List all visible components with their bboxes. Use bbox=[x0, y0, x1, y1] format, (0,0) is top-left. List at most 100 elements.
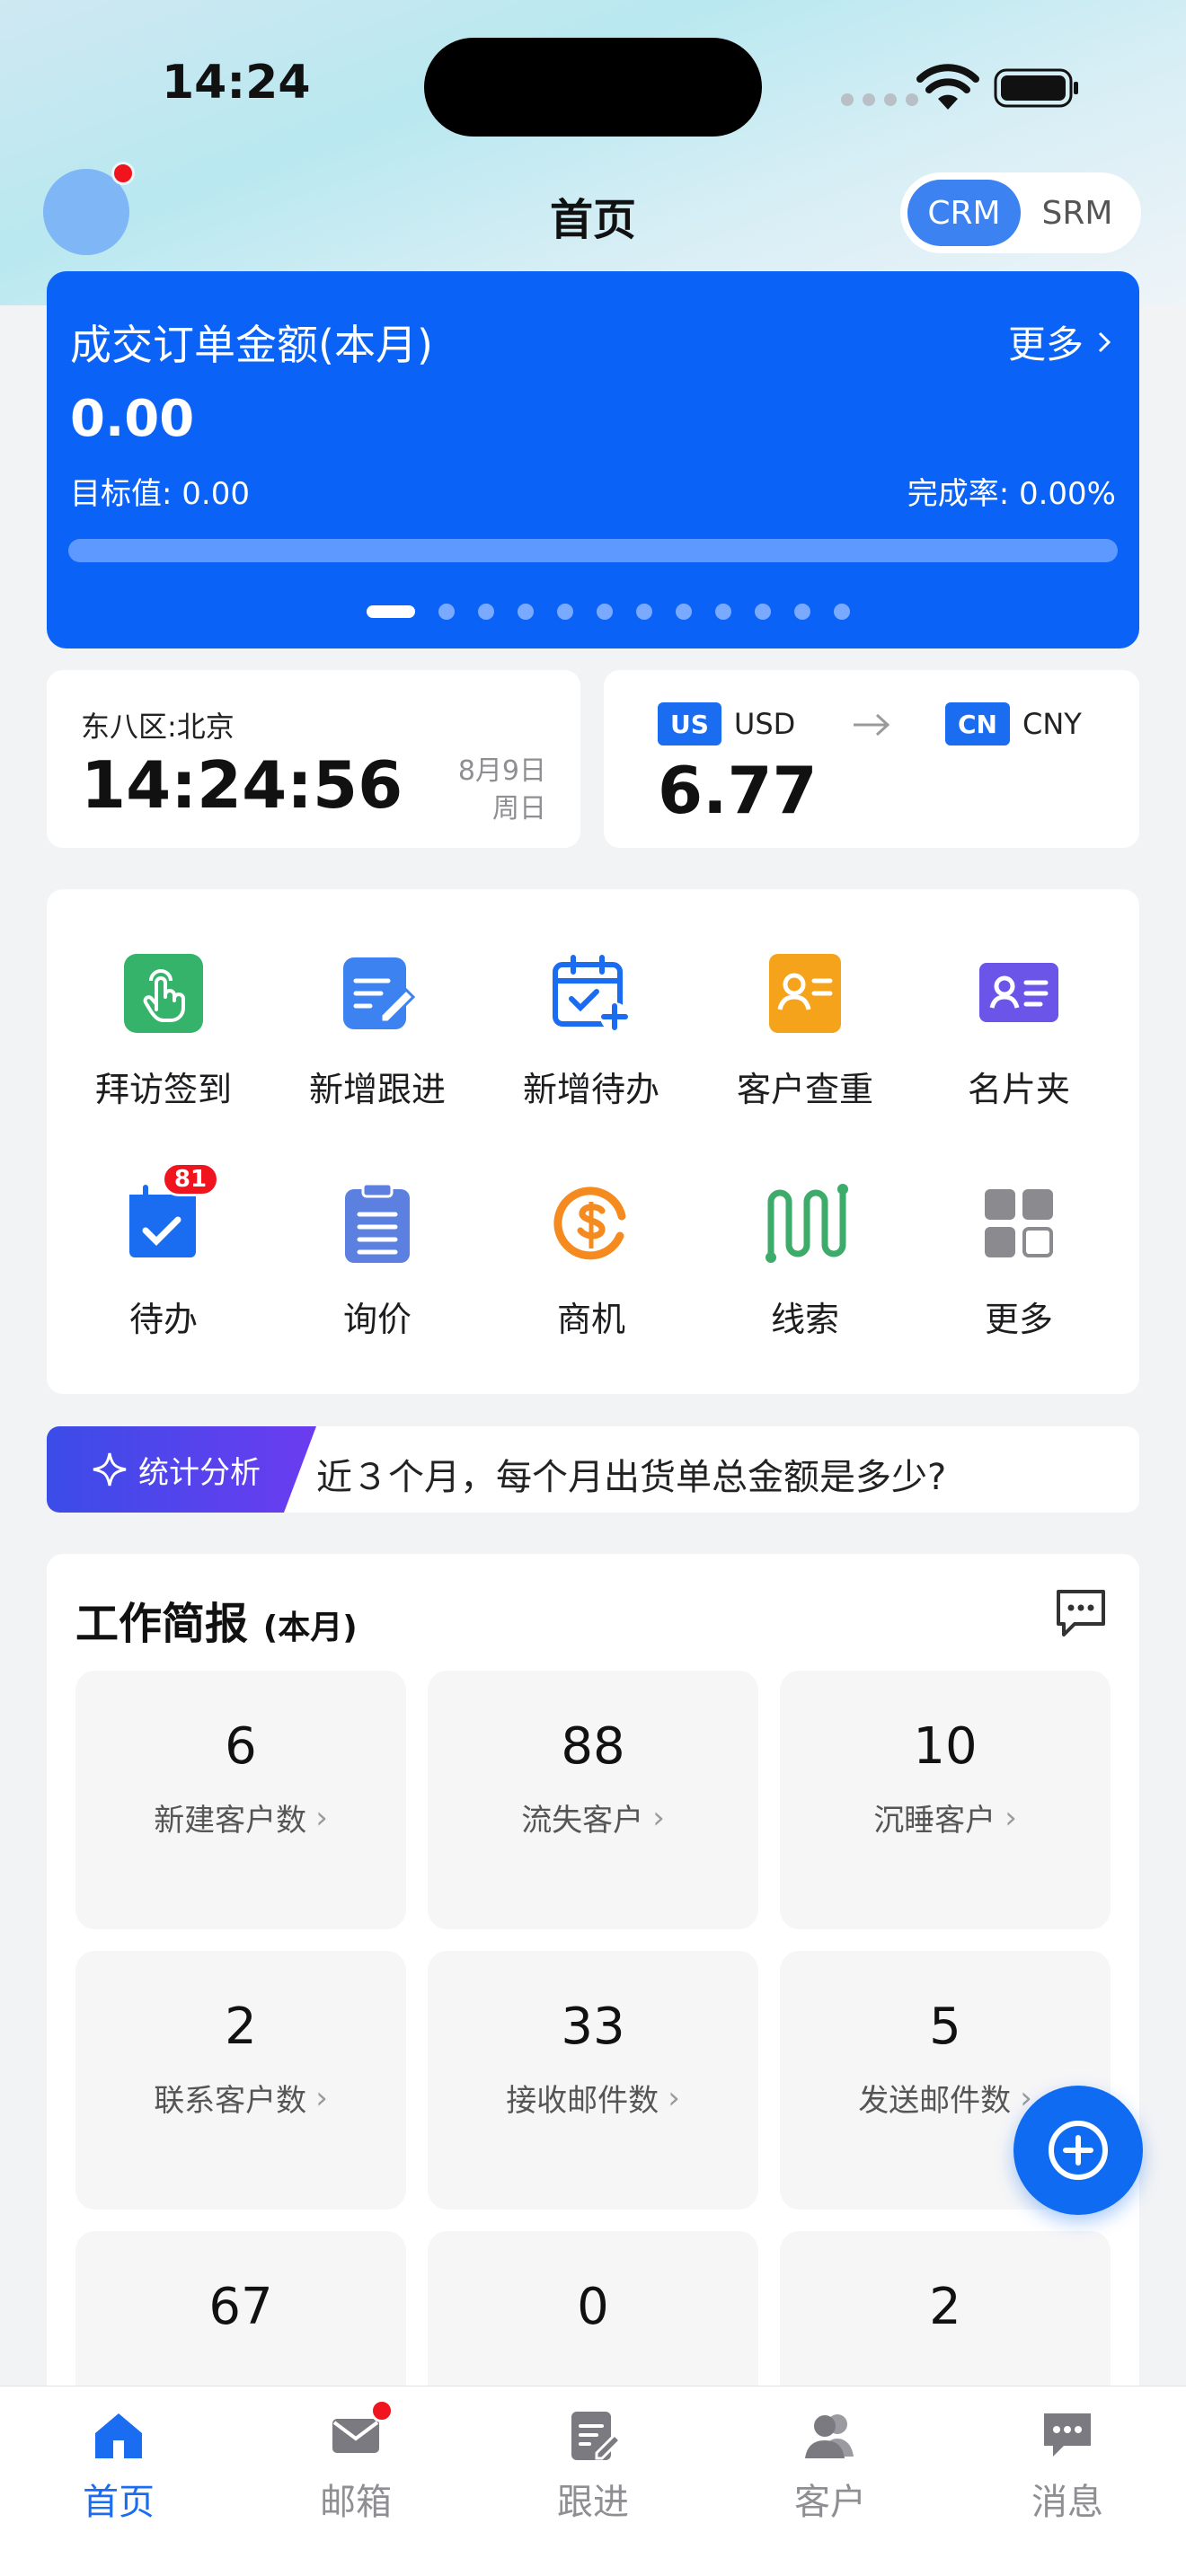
tab-mailbox[interactable]: 邮箱 bbox=[284, 2399, 428, 2525]
date-label: 8月9日 bbox=[457, 755, 546, 787]
carousel-dot[interactable] bbox=[438, 604, 455, 620]
stat-value: 2 bbox=[225, 1998, 257, 2056]
carousel-dot[interactable] bbox=[755, 604, 771, 620]
app-label: 商机 bbox=[556, 1300, 625, 1339]
followup-icon bbox=[564, 2406, 623, 2464]
stat-value: 6 bbox=[225, 1717, 257, 1776]
tab-followup[interactable]: 跟进 bbox=[521, 2406, 665, 2525]
tab-messages[interactable]: 消息 bbox=[996, 2406, 1139, 2525]
world-clock-card[interactable]: 东八区:北京 14:24:56 8月9日 周日 bbox=[47, 670, 580, 848]
battery-icon bbox=[994, 68, 1078, 108]
exchange-rate-card[interactable]: US USD CN CNY 6.77 bbox=[604, 670, 1139, 848]
stat-received-emails[interactable]: 33 接收邮件数 › bbox=[428, 1951, 758, 2210]
app-label: 名片夹 bbox=[967, 1070, 1070, 1109]
deal-amount-banner[interactable]: 成交订单金额(本月) 更多 0.00 目标值: 0.00 完成率: 0.00% bbox=[47, 271, 1139, 648]
opportunity-icon bbox=[548, 1180, 634, 1266]
app-label: 新增待办 bbox=[522, 1070, 659, 1109]
page-title: 首页 bbox=[549, 195, 636, 245]
sparkle-icon bbox=[93, 1452, 127, 1486]
stat-value: 0 bbox=[577, 2278, 609, 2336]
analysis-tag[interactable]: 统计分析 bbox=[47, 1426, 316, 1513]
mail-icon bbox=[327, 2399, 394, 2464]
carousel-dot[interactable] bbox=[557, 604, 573, 620]
analysis-tag-label: 统计分析 bbox=[138, 1454, 261, 1491]
chevron-right-icon bbox=[1098, 331, 1111, 352]
contact-card-icon bbox=[762, 950, 848, 1037]
app-label: 客户查重 bbox=[736, 1070, 873, 1109]
tab-label: 跟进 bbox=[557, 2482, 629, 2523]
from-currency: US USD bbox=[658, 702, 795, 745]
stat-value: 2 bbox=[929, 2278, 961, 2336]
stat-label: 流失客户 › bbox=[521, 1795, 665, 1839]
tab-home[interactable]: 首页 bbox=[47, 2406, 190, 2525]
chat-bubble-icon[interactable] bbox=[1053, 1586, 1109, 1640]
app-todo[interactable]: 81 待办 bbox=[65, 1144, 262, 1342]
carousel-dot[interactable] bbox=[597, 604, 613, 620]
app-customer-dedup[interactable]: 客户查重 bbox=[706, 914, 904, 1112]
dynamic-island bbox=[424, 38, 762, 137]
tab-customers[interactable]: 客户 bbox=[758, 2406, 902, 2525]
carousel-dot[interactable] bbox=[636, 604, 652, 620]
app-opportunity[interactable]: 商机 bbox=[492, 1144, 690, 1342]
wifi-icon bbox=[916, 64, 979, 110]
clock-time: 14:24:56 bbox=[81, 747, 403, 823]
carousel-dot[interactable] bbox=[794, 604, 810, 620]
stat-new-customers[interactable]: 6 新建客户数 › bbox=[75, 1671, 406, 1929]
calendar-check-icon: 81 bbox=[120, 1162, 219, 1266]
customers-icon bbox=[801, 2406, 859, 2464]
app-more[interactable]: 更多 bbox=[920, 1144, 1118, 1342]
tab-label: 首页 bbox=[83, 2482, 155, 2523]
app-card-holder[interactable]: 名片夹 bbox=[920, 914, 1118, 1112]
tab-label: 消息 bbox=[1031, 2482, 1103, 2523]
status-time: 14:24 bbox=[162, 56, 311, 110]
carousel-indicator bbox=[367, 604, 850, 620]
carousel-dot[interactable] bbox=[834, 604, 850, 620]
stat-contacted-customers[interactable]: 2 联系客户数 › bbox=[75, 1951, 406, 2210]
carousel-dot[interactable] bbox=[715, 604, 731, 620]
carousel-dot[interactable] bbox=[518, 604, 534, 620]
completion-rate: 完成率: 0.00% bbox=[907, 476, 1116, 512]
mode-switch: CRM SRM bbox=[900, 172, 1141, 253]
deal-amount-value: 0.00 bbox=[70, 390, 195, 448]
chevron-right-icon: › bbox=[668, 2079, 680, 2116]
report-title-text: 工作简报 bbox=[75, 1599, 249, 1649]
srm-segment-button[interactable]: SRM bbox=[1021, 180, 1134, 246]
app-leads[interactable]: 线索 bbox=[706, 1144, 904, 1342]
stat-label: 新建客户数 › bbox=[154, 1795, 328, 1839]
stat-label-text: 沉睡客户 bbox=[873, 1803, 996, 1839]
plus-circle-icon bbox=[1049, 2121, 1108, 2180]
stat-lost-customers[interactable]: 88 流失客户 › bbox=[428, 1671, 758, 1929]
weekday-label: 周日 bbox=[492, 793, 546, 825]
report-title: 工作简报 (本月) bbox=[75, 1588, 358, 1651]
mail-notification-dot bbox=[370, 2399, 394, 2422]
to-currency-code: CNY bbox=[1022, 707, 1082, 741]
ai-analysis-bar[interactable]: 统计分析 近３个月，每个月出货单总金额是多少? bbox=[47, 1426, 1139, 1513]
todo-count-badge: 81 bbox=[162, 1162, 219, 1196]
app-inquiry[interactable]: 询价 bbox=[279, 1144, 476, 1342]
tab-label: 邮箱 bbox=[320, 2482, 392, 2523]
carousel-dot[interactable] bbox=[478, 604, 494, 620]
notification-dot bbox=[111, 162, 135, 185]
target-value: 目标值: 0.00 bbox=[70, 476, 250, 512]
banner-more-link[interactable]: 更多 bbox=[1008, 314, 1112, 369]
stat-value: 33 bbox=[561, 1998, 625, 2056]
hand-tap-icon bbox=[120, 950, 207, 1037]
stat-label-text: 发送邮件数 bbox=[858, 2083, 1012, 2119]
carousel-dot[interactable] bbox=[676, 604, 692, 620]
chevron-right-icon: › bbox=[1005, 1799, 1017, 1836]
add-fab-button[interactable] bbox=[1013, 2086, 1143, 2215]
crm-segment-button[interactable]: CRM bbox=[907, 180, 1021, 246]
tab-label: 客户 bbox=[794, 2482, 866, 2523]
app-new-followup[interactable]: 新增跟进 bbox=[279, 914, 476, 1112]
app-label: 更多 bbox=[984, 1300, 1053, 1339]
stat-dormant-customers[interactable]: 10 沉睡客户 › bbox=[780, 1671, 1111, 1929]
carousel-dot-active[interactable] bbox=[367, 605, 415, 618]
stat-value: 67 bbox=[208, 2278, 273, 2336]
leads-icon bbox=[762, 1180, 848, 1266]
completion-progress-bar bbox=[68, 539, 1118, 562]
work-report-card: 工作简报 (本月) 6 新建客户数 › 88 流失客户 › 10 沉睡客户 › 2 联… bbox=[47, 1554, 1139, 2490]
stat-label-text: 流失客户 bbox=[521, 1803, 644, 1839]
app-visit-checkin[interactable]: 拜访签到 bbox=[65, 914, 262, 1112]
app-new-todo[interactable]: 新增待办 bbox=[492, 914, 690, 1112]
stat-value: 5 bbox=[929, 1998, 961, 2056]
